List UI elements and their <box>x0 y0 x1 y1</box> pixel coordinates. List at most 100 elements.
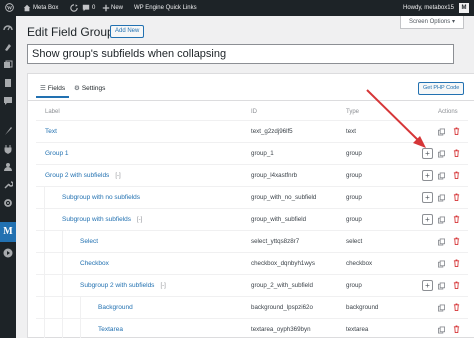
new-content-icon[interactable] <box>102 0 110 16</box>
admin-sidebar: M <box>0 16 16 338</box>
field-label[interactable]: Text <box>45 121 57 142</box>
delete-icon[interactable] <box>453 303 460 311</box>
delete-icon[interactable] <box>453 237 460 245</box>
field-type: group <box>346 216 362 223</box>
delete-icon[interactable] <box>453 149 460 157</box>
dashboard-icon[interactable] <box>3 22 13 32</box>
delete-icon[interactable] <box>453 325 460 333</box>
field-id: group_2_with_subfield <box>251 282 313 289</box>
duplicate-icon[interactable] <box>438 304 445 312</box>
updates-icon[interactable] <box>70 0 78 16</box>
comments-icon[interactable] <box>3 96 13 106</box>
collapse-toggle[interactable]: [-] <box>160 283 165 289</box>
add-subfield-button[interactable]: + <box>422 170 433 181</box>
field-type: textarea <box>346 326 369 333</box>
tab-settings[interactable]: ⚙ Settings <box>74 82 105 98</box>
title-input[interactable]: Show group's subfields when collapsing <box>27 44 454 64</box>
duplicate-icon[interactable] <box>438 128 445 136</box>
comments-icon[interactable] <box>82 0 90 16</box>
field-label[interactable]: Checkbox <box>80 253 109 274</box>
duplicate-icon[interactable] <box>438 326 445 334</box>
field-type: group <box>346 194 362 201</box>
media-icon[interactable] <box>3 60 13 70</box>
tab-fields[interactable]: ☰ Fields <box>36 82 70 98</box>
field-label-wrap[interactable]: Subgroup with subfields [-] <box>62 209 142 231</box>
play-icon[interactable] <box>3 248 13 258</box>
duplicate-icon[interactable] <box>438 150 445 158</box>
field-label[interactable]: Background <box>98 297 133 318</box>
header-actions: Actions <box>438 109 458 115</box>
collapse-toggle[interactable]: [-] <box>137 217 142 223</box>
field-row: Text text_g2zdj96lf5 text <box>36 120 468 142</box>
delete-icon[interactable] <box>453 215 460 223</box>
add-subfield-button[interactable]: + <box>422 192 433 203</box>
field-id: checkbox_dqnbyh1wys <box>251 260 315 267</box>
field-type: group <box>346 282 362 289</box>
field-type: background <box>346 304 379 311</box>
wp-engine-quick-links[interactable]: WP Engine Quick Links <box>134 0 197 16</box>
field-id: select_yttqs8z8r7 <box>251 238 300 245</box>
add-subfield-button[interactable]: + <box>422 148 433 159</box>
new-content-link[interactable]: New <box>111 0 123 16</box>
duplicate-icon[interactable] <box>438 260 445 268</box>
field-label-wrap[interactable]: Group 2 with subfields [-] <box>45 165 121 187</box>
delete-icon[interactable] <box>453 259 460 267</box>
wordpress-logo-icon[interactable]: W <box>5 0 14 16</box>
add-subfield-button[interactable]: + <box>422 280 433 291</box>
header-label: Label <box>45 109 60 115</box>
field-label[interactable]: Subgroup with no subfields <box>62 187 140 208</box>
field-label[interactable]: Select <box>80 231 98 252</box>
field-row: Subgroup 2 with subfields [-] group_2_wit… <box>36 274 468 296</box>
field-row: Group 2 with subfields [-] group_l4xastfn… <box>36 164 468 186</box>
site-name-link[interactable]: Meta Box <box>33 0 58 16</box>
field-row: Group 1 group_1 group + <box>36 142 468 164</box>
duplicate-icon[interactable] <box>438 216 445 224</box>
duplicate-icon[interactable] <box>438 238 445 246</box>
field-row: Textarea textarea_oyph369byn textarea <box>36 318 468 338</box>
tab-divider <box>28 100 474 101</box>
howdy-account-link[interactable]: Howdy, metabox15 <box>403 0 454 16</box>
field-row: Checkbox checkbox_dqnbyh1wys checkbox <box>36 252 468 274</box>
duplicate-icon[interactable] <box>438 194 445 202</box>
field-id: text_g2zdj96lf5 <box>251 128 293 135</box>
appearance-icon[interactable] <box>3 126 13 136</box>
metabox-icon[interactable]: M <box>3 227 13 237</box>
header-id: ID <box>251 109 257 115</box>
field-label[interactable]: Textarea <box>98 319 123 338</box>
fields-icon: ☰ <box>40 85 46 92</box>
delete-icon[interactable] <box>453 281 460 289</box>
tab-settings-label: Settings <box>81 85 106 92</box>
tools-icon[interactable] <box>3 180 13 190</box>
delete-icon[interactable] <box>453 127 460 135</box>
delete-icon[interactable] <box>453 171 460 179</box>
field-label: Group 2 with subfields <box>45 172 110 179</box>
field-label[interactable]: Group 1 <box>45 143 69 164</box>
duplicate-icon[interactable] <box>438 172 445 180</box>
add-subfield-button[interactable]: + <box>422 214 433 225</box>
get-php-code-button[interactable]: Get PHP Code <box>418 82 465 95</box>
field-id: group_l4xastfnrb <box>251 172 298 179</box>
plugins-icon[interactable] <box>3 144 13 154</box>
settings-icon[interactable] <box>3 198 13 208</box>
field-label-wrap[interactable]: Subgroup 2 with subfields [-] <box>80 275 166 297</box>
screen-options-button[interactable]: Screen Options ▾ <box>399 16 464 29</box>
users-icon[interactable] <box>3 162 13 172</box>
field-id: group_with_no_subfield <box>251 194 317 201</box>
delete-icon[interactable] <box>453 193 460 201</box>
tab-fields-label: Fields <box>47 85 66 92</box>
page-title: Edit Field Group <box>27 25 114 39</box>
add-new-button[interactable]: Add New <box>110 25 145 38</box>
field-id: group_1 <box>251 150 274 157</box>
site-home-icon[interactable] <box>23 0 31 16</box>
admin-bar: W Meta Box 0 New WP Engine Quick Links H… <box>0 0 474 16</box>
posts-icon[interactable] <box>3 42 13 52</box>
duplicate-icon[interactable] <box>438 282 445 290</box>
pages-icon[interactable] <box>3 78 13 88</box>
field-type: checkbox <box>346 260 373 267</box>
collapse-toggle[interactable]: [-] <box>115 173 120 179</box>
comments-count[interactable]: 0 <box>92 0 95 16</box>
avatar[interactable]: M <box>459 3 469 13</box>
field-type: text <box>346 128 356 135</box>
field-type: group <box>346 150 362 157</box>
gear-icon: ⚙ <box>74 85 80 92</box>
